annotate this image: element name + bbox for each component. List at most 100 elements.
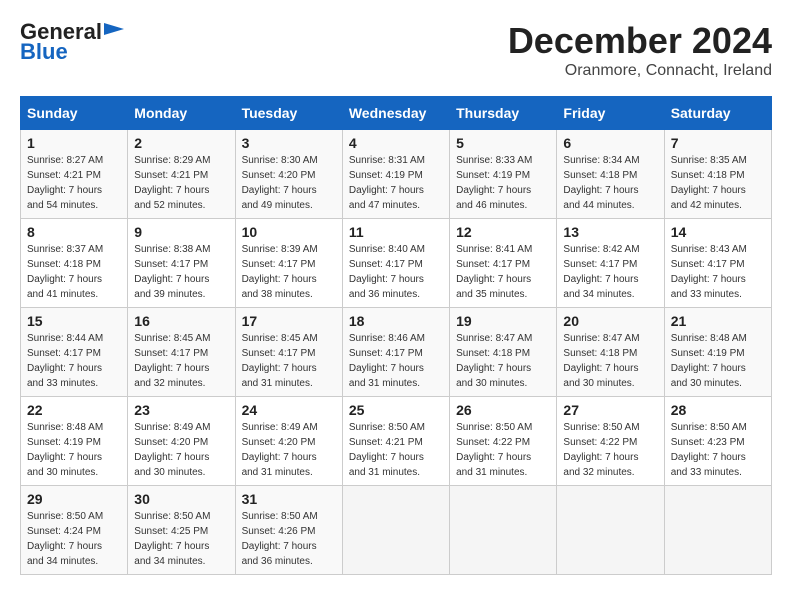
sunset-text: Sunset: 4:19 PM: [349, 168, 443, 183]
calendar-day-cell: 23Sunrise: 8:49 AMSunset: 4:20 PMDayligh…: [128, 397, 235, 486]
sunrise-text: Sunrise: 8:50 AM: [563, 420, 657, 435]
daylight-text: Daylight: 7 hoursand 47 minutes.: [349, 183, 443, 213]
sunrise-text: Sunrise: 8:48 AM: [27, 420, 121, 435]
day-info: Sunrise: 8:50 AMSunset: 4:21 PMDaylight:…: [349, 420, 443, 480]
sunset-text: Sunset: 4:17 PM: [671, 257, 765, 272]
calendar-day-cell: 14Sunrise: 8:43 AMSunset: 4:17 PMDayligh…: [664, 219, 771, 308]
calendar-day-cell: [664, 486, 771, 575]
day-number: 26: [456, 402, 550, 418]
calendar-day-cell: 4Sunrise: 8:31 AMSunset: 4:19 PMDaylight…: [342, 130, 449, 219]
sunrise-text: Sunrise: 8:34 AM: [563, 153, 657, 168]
day-info: Sunrise: 8:31 AMSunset: 4:19 PMDaylight:…: [349, 153, 443, 213]
day-number: 29: [27, 491, 121, 507]
day-number: 9: [134, 224, 228, 240]
day-number: 3: [242, 135, 336, 151]
calendar-day-cell: 21Sunrise: 8:48 AMSunset: 4:19 PMDayligh…: [664, 308, 771, 397]
day-info: Sunrise: 8:50 AMSunset: 4:26 PMDaylight:…: [242, 509, 336, 569]
day-number: 5: [456, 135, 550, 151]
sunset-text: Sunset: 4:20 PM: [242, 435, 336, 450]
daylight-text: Daylight: 7 hoursand 52 minutes.: [134, 183, 228, 213]
sunrise-text: Sunrise: 8:37 AM: [27, 242, 121, 257]
sunset-text: Sunset: 4:18 PM: [563, 168, 657, 183]
sunset-text: Sunset: 4:17 PM: [242, 257, 336, 272]
sunrise-text: Sunrise: 8:44 AM: [27, 331, 121, 346]
day-number: 24: [242, 402, 336, 418]
day-number: 30: [134, 491, 228, 507]
calendar-day-cell: 3Sunrise: 8:30 AMSunset: 4:20 PMDaylight…: [235, 130, 342, 219]
day-info: Sunrise: 8:39 AMSunset: 4:17 PMDaylight:…: [242, 242, 336, 302]
calendar-day-cell: 25Sunrise: 8:50 AMSunset: 4:21 PMDayligh…: [342, 397, 449, 486]
sunset-text: Sunset: 4:22 PM: [456, 435, 550, 450]
sunrise-text: Sunrise: 8:50 AM: [134, 509, 228, 524]
sunrise-text: Sunrise: 8:47 AM: [456, 331, 550, 346]
daylight-text: Daylight: 7 hoursand 34 minutes.: [27, 539, 121, 569]
sunrise-text: Sunrise: 8:47 AM: [563, 331, 657, 346]
calendar-header-tuesday: Tuesday: [235, 97, 342, 130]
sunrise-text: Sunrise: 8:45 AM: [134, 331, 228, 346]
calendar-day-cell: [450, 486, 557, 575]
calendar-table: SundayMondayTuesdayWednesdayThursdayFrid…: [20, 96, 772, 575]
calendar-day-cell: [342, 486, 449, 575]
sunset-text: Sunset: 4:18 PM: [27, 257, 121, 272]
calendar-day-cell: 2Sunrise: 8:29 AMSunset: 4:21 PMDaylight…: [128, 130, 235, 219]
sunrise-text: Sunrise: 8:41 AM: [456, 242, 550, 257]
day-number: 13: [563, 224, 657, 240]
day-info: Sunrise: 8:47 AMSunset: 4:18 PMDaylight:…: [563, 331, 657, 391]
sunrise-text: Sunrise: 8:49 AM: [242, 420, 336, 435]
day-info: Sunrise: 8:50 AMSunset: 4:25 PMDaylight:…: [134, 509, 228, 569]
sunset-text: Sunset: 4:18 PM: [456, 346, 550, 361]
daylight-text: Daylight: 7 hoursand 30 minutes.: [27, 450, 121, 480]
daylight-text: Daylight: 7 hoursand 41 minutes.: [27, 272, 121, 302]
sunset-text: Sunset: 4:17 PM: [456, 257, 550, 272]
day-number: 7: [671, 135, 765, 151]
day-number: 21: [671, 313, 765, 329]
daylight-text: Daylight: 7 hoursand 34 minutes.: [134, 539, 228, 569]
page-header: General Blue December 2024 Oranmore, Con…: [20, 20, 772, 80]
sunset-text: Sunset: 4:19 PM: [671, 346, 765, 361]
daylight-text: Daylight: 7 hoursand 31 minutes.: [349, 450, 443, 480]
calendar-header-thursday: Thursday: [450, 97, 557, 130]
sunrise-text: Sunrise: 8:50 AM: [242, 509, 336, 524]
day-info: Sunrise: 8:43 AMSunset: 4:17 PMDaylight:…: [671, 242, 765, 302]
logo: General Blue: [20, 20, 124, 64]
calendar-week-row: 22Sunrise: 8:48 AMSunset: 4:19 PMDayligh…: [21, 397, 772, 486]
day-info: Sunrise: 8:50 AMSunset: 4:24 PMDaylight:…: [27, 509, 121, 569]
daylight-text: Daylight: 7 hoursand 33 minutes.: [671, 450, 765, 480]
calendar-day-cell: 17Sunrise: 8:45 AMSunset: 4:17 PMDayligh…: [235, 308, 342, 397]
sunrise-text: Sunrise: 8:43 AM: [671, 242, 765, 257]
calendar-day-cell: 24Sunrise: 8:49 AMSunset: 4:20 PMDayligh…: [235, 397, 342, 486]
day-number: 6: [563, 135, 657, 151]
day-info: Sunrise: 8:27 AMSunset: 4:21 PMDaylight:…: [27, 153, 121, 213]
calendar-day-cell: 15Sunrise: 8:44 AMSunset: 4:17 PMDayligh…: [21, 308, 128, 397]
calendar-day-cell: 7Sunrise: 8:35 AMSunset: 4:18 PMDaylight…: [664, 130, 771, 219]
sunset-text: Sunset: 4:25 PM: [134, 524, 228, 539]
sunrise-text: Sunrise: 8:27 AM: [27, 153, 121, 168]
sunrise-text: Sunrise: 8:50 AM: [349, 420, 443, 435]
day-info: Sunrise: 8:29 AMSunset: 4:21 PMDaylight:…: [134, 153, 228, 213]
daylight-text: Daylight: 7 hoursand 35 minutes.: [456, 272, 550, 302]
sunrise-text: Sunrise: 8:39 AM: [242, 242, 336, 257]
calendar-week-row: 15Sunrise: 8:44 AMSunset: 4:17 PMDayligh…: [21, 308, 772, 397]
sunset-text: Sunset: 4:23 PM: [671, 435, 765, 450]
day-number: 15: [27, 313, 121, 329]
calendar-day-cell: 30 Sunrise: 8:50 AMSunset: 4:25 PMDayligh…: [128, 486, 235, 575]
logo-mark: General Blue: [20, 20, 124, 64]
daylight-text: Daylight: 7 hoursand 54 minutes.: [27, 183, 121, 213]
calendar-day-cell: 11Sunrise: 8:40 AMSunset: 4:17 PMDayligh…: [342, 219, 449, 308]
calendar-day-cell: 18Sunrise: 8:46 AMSunset: 4:17 PMDayligh…: [342, 308, 449, 397]
daylight-text: Daylight: 7 hoursand 32 minutes.: [563, 450, 657, 480]
daylight-text: Daylight: 7 hoursand 36 minutes.: [242, 539, 336, 569]
calendar-day-cell: 29 Sunrise: 8:50 AMSunset: 4:24 PMDayligh…: [21, 486, 128, 575]
daylight-text: Daylight: 7 hoursand 30 minutes.: [563, 361, 657, 391]
day-info: Sunrise: 8:47 AMSunset: 4:18 PMDaylight:…: [456, 331, 550, 391]
day-info: Sunrise: 8:37 AMSunset: 4:18 PMDaylight:…: [27, 242, 121, 302]
daylight-text: Daylight: 7 hoursand 31 minutes.: [349, 361, 443, 391]
calendar-day-cell: 27Sunrise: 8:50 AMSunset: 4:22 PMDayligh…: [557, 397, 664, 486]
calendar-week-row: 1Sunrise: 8:27 AMSunset: 4:21 PMDaylight…: [21, 130, 772, 219]
day-info: Sunrise: 8:50 AMSunset: 4:22 PMDaylight:…: [563, 420, 657, 480]
sunset-text: Sunset: 4:20 PM: [242, 168, 336, 183]
sunrise-text: Sunrise: 8:50 AM: [671, 420, 765, 435]
day-info: Sunrise: 8:46 AMSunset: 4:17 PMDaylight:…: [349, 331, 443, 391]
day-info: Sunrise: 8:33 AMSunset: 4:19 PMDaylight:…: [456, 153, 550, 213]
calendar-day-cell: 5 Sunrise: 8:33 AMSunset: 4:19 PMDaylight…: [450, 130, 557, 219]
